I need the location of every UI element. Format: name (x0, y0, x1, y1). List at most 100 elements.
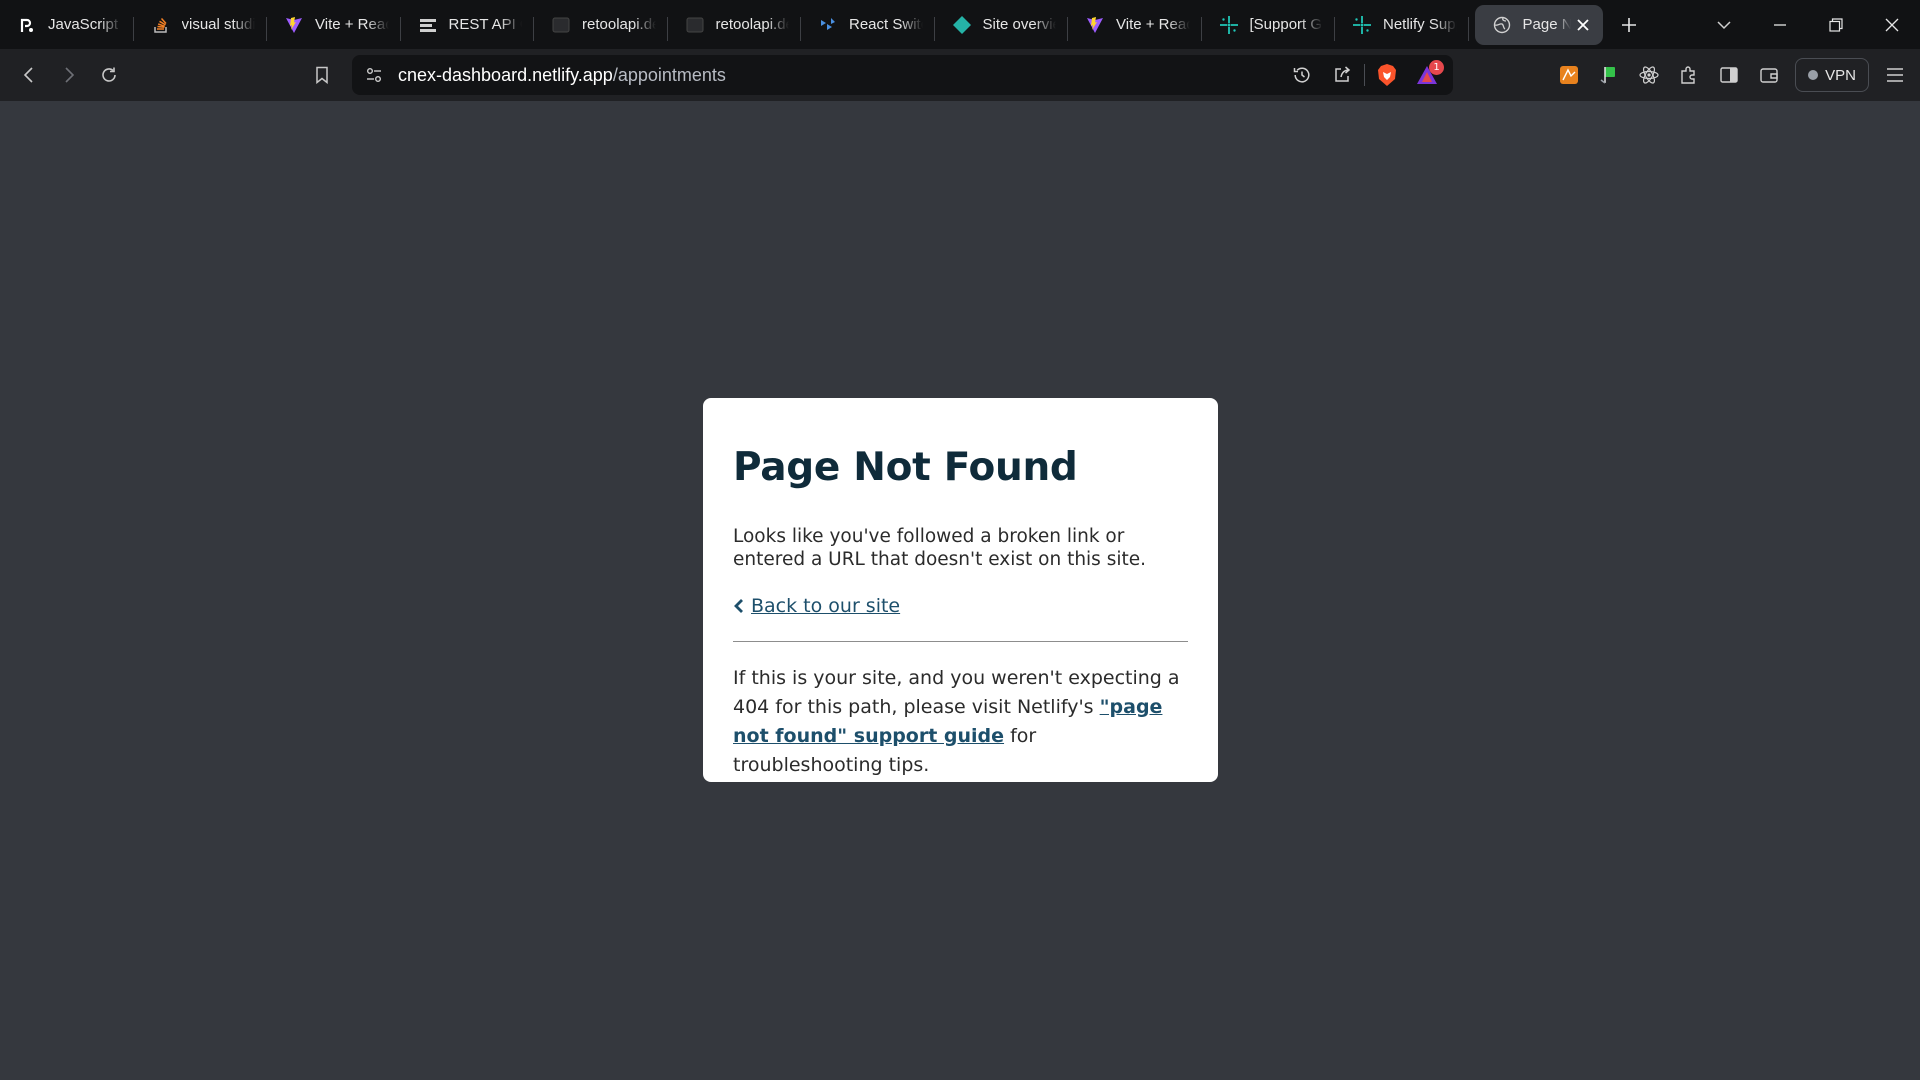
tab-title: [Support Gu (1249, 16, 1324, 33)
not-found-message: Looks like you've followed a broken link… (733, 526, 1146, 570)
wallet-icon (1760, 68, 1778, 83)
stackoverflow-icon (152, 16, 170, 34)
url-host: cnex-dashboard.netlify.app (398, 65, 613, 85)
close-tab-icon[interactable] (1575, 17, 1591, 33)
extension-green-button[interactable] (1589, 55, 1629, 95)
tab[interactable]: REST API Gu (401, 5, 535, 45)
tab[interactable]: visual studio (134, 5, 268, 45)
history-button[interactable] (1282, 55, 1322, 95)
support-message: If this is your site, and you weren't ex… (733, 664, 1188, 780)
restore-button[interactable] (1808, 0, 1864, 49)
page-title: Page Not Found (733, 445, 1078, 490)
share-button[interactable] (1322, 55, 1362, 95)
tab-title: Vite + React (1116, 16, 1190, 33)
api-doc-icon (419, 16, 437, 34)
r-logo-icon (18, 16, 36, 34)
arrow-right-icon (65, 67, 75, 83)
wallet-button[interactable] (1749, 55, 1789, 95)
tab-title: Page N (1522, 16, 1571, 33)
close-window-button[interactable] (1864, 0, 1920, 49)
tab-search-button[interactable] (1696, 0, 1752, 49)
react-atom-icon (1639, 66, 1659, 84)
tab-title: REST API Gu (448, 16, 523, 33)
restore-icon (1829, 17, 1843, 32)
url-text[interactable]: cnex-dashboard.netlify.app/appointments (398, 55, 726, 95)
vpn-status-dot-icon (1808, 70, 1819, 80)
tab-active[interactable]: Page N (1474, 4, 1603, 45)
new-tab-button[interactable] (1609, 5, 1649, 45)
tab-title: JavaScript C (48, 16, 122, 33)
green-flag-extension-icon (1600, 67, 1616, 84)
divider (733, 641, 1188, 642)
globe-icon (1493, 16, 1511, 34)
tab-title: Vite + React (315, 16, 389, 33)
plus-icon (1621, 17, 1636, 32)
puzzle-piece-icon (1681, 66, 1695, 84)
tab[interactable]: Netlify Supp (1335, 5, 1469, 45)
netlify-support-icon (1353, 15, 1371, 34)
react-switch-icon (819, 16, 837, 34)
address-bar[interactable]: cnex-dashboard.netlify.app/appointments … (352, 55, 1453, 95)
not-found-card: Page Not Found Looks like you've followe… (703, 398, 1218, 782)
forward-button[interactable] (49, 55, 89, 95)
sidebar-toggle-button[interactable] (1709, 55, 1749, 95)
hamburger-menu-icon (1887, 68, 1903, 82)
vpn-label: VPN (1825, 66, 1856, 84)
browser-toolbar: cnex-dashboard.netlify.app/appointments … (0, 49, 1920, 101)
minimize-button[interactable] (1752, 0, 1808, 49)
chevron-down-icon (1717, 20, 1731, 29)
extensions-menu-button[interactable] (1669, 55, 1709, 95)
address-bar-actions: 1 (1282, 55, 1447, 95)
extensions-area: VPN (1549, 49, 1920, 101)
extension-wallet-button[interactable] (1549, 55, 1589, 95)
bookmark-button[interactable] (302, 55, 342, 95)
netlify-diamond-icon (952, 15, 971, 34)
tab-strip: JavaScript C visual studio Vite + React RES… (0, 0, 1920, 49)
notification-badge: 1 (1429, 60, 1444, 75)
tab[interactable]: Vite + React (267, 5, 401, 45)
site-settings-icon (367, 68, 381, 82)
retool-icon (552, 16, 570, 34)
brave-shield-icon (1378, 64, 1396, 86)
history-icon (1293, 67, 1310, 83)
window-controls (1696, 0, 1920, 49)
bookmark-icon (316, 66, 328, 84)
retool-icon (686, 16, 704, 34)
tab[interactable]: Vite + React (1068, 5, 1202, 45)
tab-title: Netlify Supp (1383, 16, 1457, 33)
site-info-button[interactable] (354, 55, 394, 95)
close-icon (1885, 18, 1899, 31)
chevron-left-icon (734, 599, 743, 613)
reload-button[interactable] (89, 55, 129, 95)
tab[interactable]: retoolapi.dev (668, 5, 802, 45)
tab-title: visual studio (181, 16, 256, 33)
vpn-button[interactable]: VPN (1795, 58, 1869, 92)
back-link-row[interactable]: Back to our site (733, 593, 1188, 619)
vite-icon (285, 16, 303, 34)
reload-icon (102, 67, 116, 82)
brave-rewards-button[interactable]: 1 (1407, 55, 1447, 95)
tab-title: retoolapi.dev (582, 16, 656, 33)
tab-list: JavaScript C visual studio Vite + React RES… (0, 0, 1603, 49)
tab[interactable]: JavaScript C (0, 5, 134, 45)
tab-title: React Switch (849, 16, 923, 33)
netlify-support-icon (1219, 15, 1238, 34)
back-to-site-link[interactable]: Back to our site (751, 595, 900, 617)
toolbar-divider (1364, 64, 1365, 86)
url-path: /appointments (612, 65, 726, 85)
extension-react-devtools-button[interactable] (1629, 55, 1669, 95)
share-icon (1335, 66, 1351, 82)
arrow-left-icon (23, 67, 33, 83)
metamask-extension-icon (1560, 66, 1579, 84)
tab[interactable]: retoolapi.dev (534, 5, 668, 45)
tab-title: retoolapi.dev (715, 16, 790, 33)
tab[interactable]: Site overview (935, 5, 1069, 45)
tab[interactable]: [Support Gu (1202, 5, 1336, 45)
back-button[interactable] (9, 55, 49, 95)
tab-title: Site overview (982, 16, 1057, 33)
brave-shields-button[interactable] (1367, 55, 1407, 95)
main-menu-button[interactable] (1875, 55, 1915, 95)
vite-icon (1086, 16, 1104, 34)
tab[interactable]: React Switch (801, 5, 935, 45)
sidebar-icon (1720, 67, 1738, 83)
